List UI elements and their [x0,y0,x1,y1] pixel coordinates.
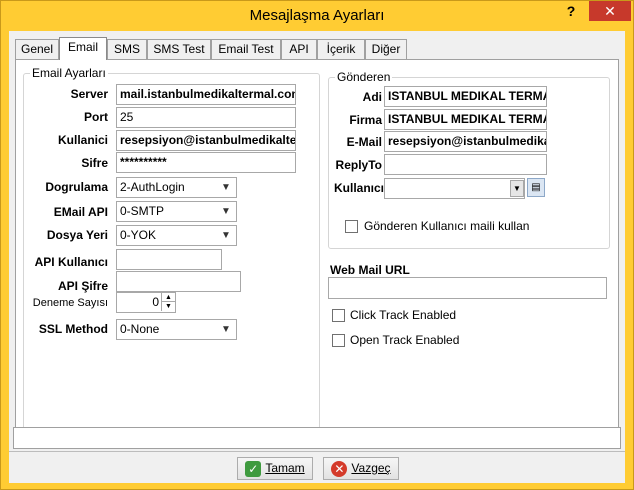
webmail-url-label: Web Mail URL [330,263,410,277]
sender-company-label: Firma [349,113,382,127]
tab-genel[interactable]: Genel [15,39,59,59]
api-user-input[interactable] [116,249,222,270]
title-bar: Mesajlaşma Ayarları ? ✕ [1,1,633,31]
auth-select-value: 2-AuthLogin [120,180,185,194]
port-label: Port [84,110,108,124]
sender-user-label: Kullanıcı [334,181,385,195]
chevron-down-icon: ▼ [221,230,231,241]
click-track-checkbox[interactable] [332,309,345,322]
ssl-method-select-value: 0-None [120,322,160,336]
cancel-button[interactable]: ✕ Vazgeç [323,457,399,480]
cancel-button-label: Vazgeç [351,461,391,475]
tab-email-test[interactable]: Email Test [211,39,281,59]
check-icon: ✓ [245,460,262,477]
open-track-label: Open Track Enabled [350,333,460,347]
replyto-label: ReplyTo [335,158,382,172]
webmail-url-input[interactable] [328,277,607,299]
email-api-select[interactable]: 0-SMTP ▼ [116,201,237,222]
use-user-mail-checkbox[interactable] [345,220,358,233]
sender-company-input[interactable]: ISTANBUL MEDIKAL TERMA [384,109,547,130]
sender-email-input[interactable]: resepsiyon@istanbulmedikal [384,131,547,152]
chevron-down-icon: ▼ [221,206,231,217]
ok-button-label: Tamam [265,461,305,475]
tab-icerik[interactable]: İçerik [317,39,365,59]
chevron-down-icon[interactable]: ▼ [510,180,524,197]
auth-select[interactable]: 2-AuthLogin ▼ [116,177,237,198]
password-input[interactable]: ********** [116,152,296,173]
file-location-label: Dosya Yeri [46,228,108,242]
use-user-mail-label: Gönderen Kullanıcı maili kullan [364,219,530,233]
server-label: Server [70,87,108,101]
sender-name-input[interactable]: ISTANBUL MEDIKAL TERMA [384,86,547,107]
dialog-window: Mesajlaşma Ayarları ? ✕ Genel Email SMS … [0,0,634,490]
window-title: Mesajlaşma Ayarları [249,7,385,24]
ssl-method-select[interactable]: 0-None ▼ [116,319,237,340]
retry-count-label: Deneme Sayısı [32,297,108,309]
spin-up-icon[interactable]: ▲ [161,293,175,302]
api-password-input[interactable] [116,271,241,292]
chevron-down-icon: ▼ [221,324,231,335]
retry-count-value: 0 [152,295,159,309]
button-bar: ✓ Tamam ✕ Vazgeç [9,451,625,483]
close-button[interactable]: ✕ [589,1,631,21]
tab-api[interactable]: API [281,39,317,59]
user-input[interactable]: resepsiyon@istanbulmedikalten [116,130,296,151]
dialog-client: Genel Email SMS SMS Test Email Test API … [9,31,625,483]
api-user-label: API Kullanıcı [34,255,108,269]
status-bar [13,427,621,449]
sender-email-label: E-Mail [346,135,382,149]
email-api-label: EMail API [53,205,108,219]
replyto-input[interactable] [384,154,547,175]
tab-email[interactable]: Email [59,37,107,60]
spin-down-icon[interactable]: ▼ [161,302,175,311]
email-api-select-value: 0-SMTP [120,204,165,218]
tab-sms[interactable]: SMS [107,39,147,59]
auth-label: Dogrulama [45,180,108,194]
click-track-label: Click Track Enabled [350,308,457,322]
ssl-method-label: SSL Method [38,322,108,336]
email-settings-legend: Email Ayarları [30,66,108,80]
password-label: Sifre [81,156,108,170]
sender-legend: Gönderen [335,70,393,84]
tab-diger[interactable]: Diğer [365,39,407,59]
cancel-icon: ✕ [331,460,348,477]
file-location-select[interactable]: 0-YOK ▼ [116,225,237,246]
tab-sms-test[interactable]: SMS Test [147,39,211,59]
port-input[interactable]: 25 [116,107,296,128]
open-track-checkbox[interactable] [332,334,345,347]
email-tab-panel: Email Ayarları Server mail.istanbulmedik… [15,59,619,443]
sender-name-label: Adi [362,90,382,104]
server-input[interactable]: mail.istanbulmedikaltermal.com [116,84,296,105]
user-label: Kullanici [57,133,108,147]
lookup-icon[interactable]: ▤ [527,178,545,197]
api-password-label: API Şifre [57,279,108,293]
sender-user-combo[interactable] [384,178,525,199]
retry-count-spinner[interactable]: 0 ▲ ▼ [116,292,176,313]
file-location-select-value: 0-YOK [120,228,157,242]
chevron-down-icon: ▼ [221,182,231,193]
help-button[interactable]: ? [557,1,585,21]
ok-button[interactable]: ✓ Tamam [237,457,313,480]
